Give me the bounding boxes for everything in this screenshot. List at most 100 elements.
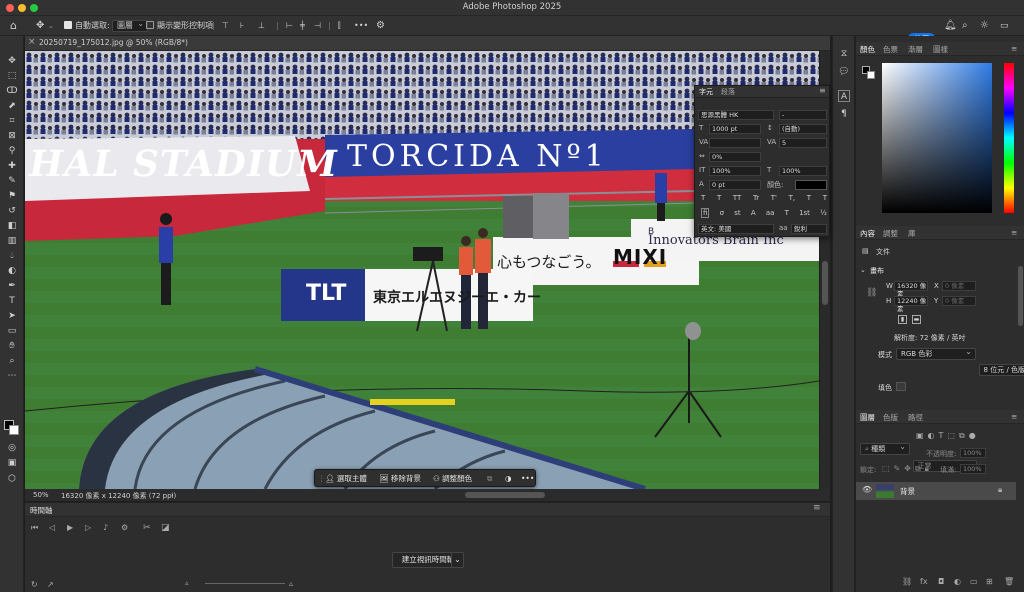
convert-icon[interactable]: ↻ [31, 580, 38, 589]
remove-bg-button[interactable]: 🖼︎ 移除背景 [379, 473, 421, 485]
anti-alias-dropdown[interactable]: 銳利 [791, 224, 827, 234]
ordinals-button[interactable]: 1st [799, 209, 810, 217]
ligature-button[interactable]: fi [701, 208, 710, 218]
underline-button[interactable]: T [807, 194, 811, 202]
fill-opacity-field[interactable]: 100% [960, 464, 986, 474]
status-chevron-icon[interactable]: › [171, 491, 174, 499]
layer-filter-icons[interactable]: ▣◐T⬚⧉● [916, 431, 980, 441]
blur-tool-icon[interactable]: 💧︎ [5, 249, 19, 263]
subscript-button[interactable]: T, [789, 194, 796, 202]
align-top-icon[interactable]: ⊤ [222, 19, 229, 33]
eraser-tool-icon[interactable]: ◧ [5, 219, 19, 233]
healing-brush-icon[interactable]: ✚ [5, 159, 19, 173]
scissors-icon[interactable]: ✂ [143, 523, 151, 533]
settings-icon[interactable]: ⚙ [121, 523, 128, 532]
kerning-field[interactable] [709, 138, 761, 148]
tsume-field[interactable]: 0% [709, 152, 761, 162]
brush-tool-icon[interactable]: ✎ [5, 174, 19, 188]
bit-depth-dropdown[interactable]: 8 位元 / 色版 [978, 364, 1024, 376]
opacity-field[interactable]: 100% [960, 448, 986, 458]
zoom-tool-icon[interactable]: ⌕ [5, 354, 19, 368]
mask-icon[interactable]: ◘ [938, 577, 944, 586]
render-icon[interactable]: ↗ [47, 580, 54, 589]
font-family-dropdown[interactable]: 思源黑體 HK [698, 110, 774, 120]
align-hcenter-icon[interactable]: ╪ [300, 19, 305, 33]
small-caps-button[interactable]: Tr [753, 194, 759, 202]
chevron-down-icon[interactable]: ⌄ [48, 19, 54, 33]
search-icon[interactable]: ⌕ [962, 19, 968, 33]
contrast-icon[interactable]: ◑ [505, 473, 512, 485]
fx-icon[interactable]: fx [920, 577, 928, 586]
tab-character[interactable]: 字元 [699, 87, 713, 97]
horizontal-scroll-thumb[interactable] [465, 492, 545, 498]
gear-icon[interactable]: ⚙ [376, 19, 385, 33]
font-size-field[interactable]: 1000 pt [709, 124, 761, 134]
fill-swatch[interactable] [896, 382, 906, 391]
mode-dropdown[interactable]: RGB 色彩 [896, 347, 976, 360]
move-tool-icon[interactable]: ✥ [5, 54, 19, 68]
dodge-tool-icon[interactable]: ◐ [5, 264, 19, 278]
paragraph-panel-icon[interactable]: ¶ [838, 108, 850, 120]
auto-select-dropdown[interactable]: 圖層 [112, 19, 148, 33]
horizontal-scale-field[interactable]: 100% [779, 166, 827, 176]
eye-icon[interactable]: 👁︎ [862, 485, 872, 494]
document-tab[interactable]: × 20250719_175012.jpg @ 50% (RGB/8*) [25, 36, 830, 51]
object-select-tool-icon[interactable]: ⬈ [5, 99, 19, 113]
leading-field[interactable]: (自動) [779, 124, 827, 134]
language-dropdown[interactable]: 英文: 美國 [698, 224, 774, 234]
panel-menu-icon[interactable]: ≡ [1011, 228, 1017, 237]
zoom-out-icon[interactable]: ▵ [185, 579, 189, 587]
group-icon[interactable]: ▭ [970, 577, 978, 586]
new-layer-icon[interactable]: ⊞ [986, 577, 993, 586]
layer-filter-dropdown[interactable]: ⌕ 種類 [860, 442, 910, 455]
next-frame-icon[interactable]: ▷ [85, 523, 91, 532]
home-icon[interactable]: ⌂ [10, 19, 17, 33]
go-first-frame-icon[interactable]: ⏮ [31, 523, 38, 533]
lasso-tool-icon[interactable]: ↀ [5, 84, 19, 98]
x-field[interactable]: 0 像素 [942, 281, 976, 291]
canvas-section-chevron[interactable]: ⌄ [860, 266, 866, 274]
more-options-button[interactable]: ••• [354, 19, 368, 33]
swash-button[interactable]: A [751, 209, 756, 217]
character-panel-icon[interactable]: A [838, 90, 850, 102]
font-style-dropdown[interactable]: - [779, 110, 827, 120]
distribute-icon[interactable]: ⫿ [338, 19, 341, 33]
bell-icon[interactable]: 🔔︎ [944, 19, 957, 33]
marquee-tool-icon[interactable]: ⬚ [5, 69, 19, 83]
hue-slider[interactable] [1004, 63, 1014, 213]
panel-menu-icon[interactable]: ≡ [813, 503, 821, 513]
vertical-scale-field[interactable]: 100% [709, 166, 761, 176]
panel-menu-icon[interactable]: ≡ [1011, 44, 1017, 53]
faux-italic-button[interactable]: T [717, 194, 721, 202]
titling-button[interactable]: T [785, 209, 789, 217]
tab-paths[interactable]: 路徑 [908, 412, 923, 423]
fractions-button[interactable]: ½ [820, 209, 827, 217]
baseline-field[interactable]: 0 pt [709, 180, 761, 190]
all-caps-button[interactable]: TT [733, 194, 741, 202]
tab-properties[interactable]: 內容 [860, 228, 875, 239]
gradient-tool-icon[interactable]: ▥ [5, 234, 19, 248]
tab-adjustments[interactable]: 調整 [883, 228, 898, 239]
transform-icon[interactable]: ⧉ [487, 473, 492, 485]
eyedropper-tool-icon[interactable]: ⚲ [5, 144, 19, 158]
layer-row-background[interactable]: 👁︎ 背景 🔒︎ [856, 482, 1016, 500]
comments-icon[interactable]: 💬︎ [838, 66, 850, 78]
create-timeline-dropdown-icon[interactable]: ⌄ [451, 552, 464, 568]
quick-mask-icon[interactable]: ◎ [5, 441, 19, 455]
pen-tool-icon[interactable]: ✒ [5, 279, 19, 293]
auto-select-toggle[interactable]: 自動選取: [64, 19, 110, 33]
play-icon[interactable]: ▶ [67, 523, 73, 532]
align-left-icon[interactable]: ⊢ [286, 19, 293, 33]
crop-tool-icon[interactable]: ⌗ [5, 114, 19, 128]
zoom-level[interactable]: 50% [33, 491, 49, 499]
panel-menu-icon[interactable]: ≡ [1011, 412, 1017, 421]
clone-stamp-icon[interactable]: ⚑ [5, 189, 19, 203]
zoom-in-icon[interactable]: ▵ [289, 579, 293, 588]
faux-bold-button[interactable]: T [701, 194, 705, 202]
tab-swatches[interactable]: 色票 [883, 44, 898, 55]
show-transform-toggle[interactable]: 顯示變形控制項 [146, 19, 213, 33]
properties-scrollbar[interactable] [1018, 266, 1023, 326]
align-vcenter-icon[interactable]: ⊦ [240, 19, 244, 33]
rectangle-tool-icon[interactable]: ▭ [5, 324, 19, 338]
text-color-swatch[interactable] [795, 180, 827, 190]
